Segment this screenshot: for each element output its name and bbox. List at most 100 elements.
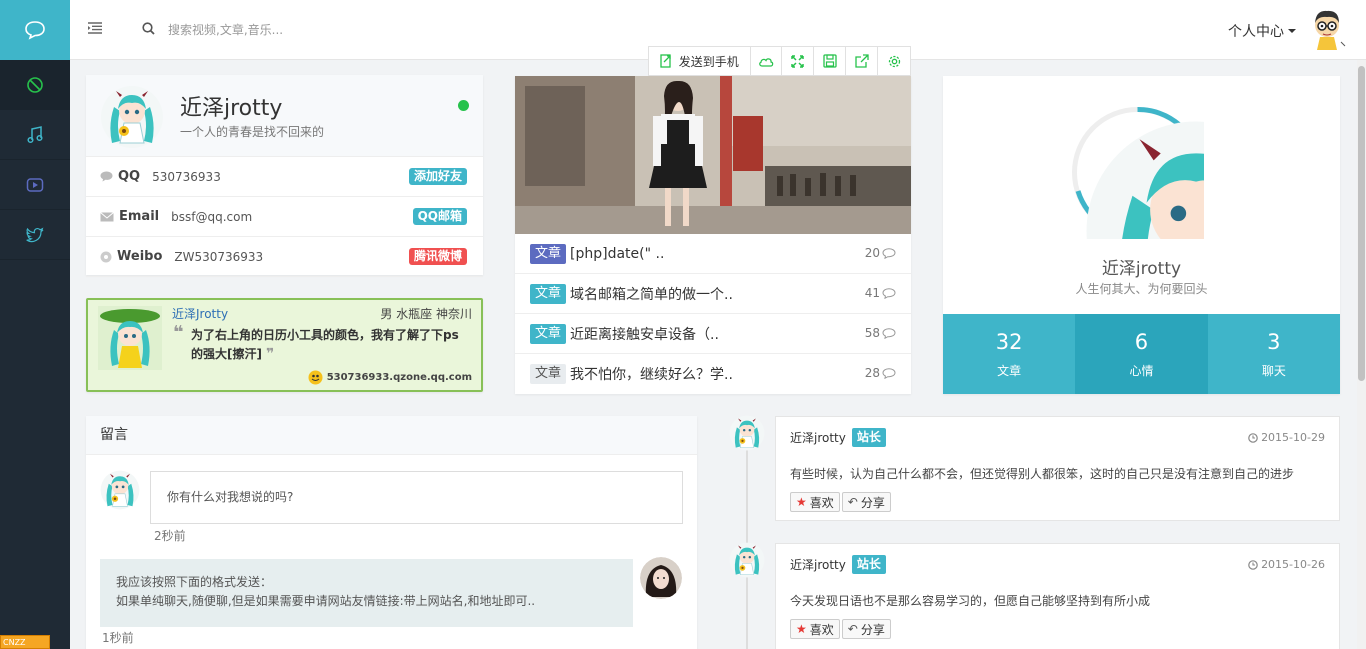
stat-articles[interactable]: 32 文章 bbox=[943, 314, 1076, 394]
post-date-value: 2015-10-26 bbox=[1261, 558, 1325, 571]
qzone-url-text: 530736933.qzone.qq.com bbox=[326, 372, 472, 383]
post-date: 2015-10-29 bbox=[1248, 431, 1325, 444]
article-row[interactable]: 文章 [php]date(" .. 20 bbox=[515, 234, 911, 274]
timeline-post: 近泽jrotty 站长 2015-10-29 有些时候，认为自己什么都不会，但还… bbox=[775, 416, 1340, 521]
search-icon bbox=[142, 22, 155, 39]
gear-icon bbox=[888, 55, 900, 67]
post-author: 近泽jrotty 站长 bbox=[790, 555, 886, 574]
stat-value: 3 bbox=[1267, 330, 1281, 354]
search-input[interactable] bbox=[168, 20, 468, 40]
tencent-weibo-button[interactable]: 腾讯微博 bbox=[408, 248, 467, 265]
reply-line: 我应该按照下面的格式发送： bbox=[116, 575, 273, 589]
comment-count-value: 20 bbox=[864, 246, 880, 260]
avatar[interactable] bbox=[1308, 8, 1346, 50]
disabled-circle-icon bbox=[27, 76, 43, 93]
share-button[interactable]: ↶ 分享 bbox=[841, 492, 891, 512]
stat-label: 聊天 bbox=[1261, 364, 1286, 378]
article-comment-count: 41 bbox=[865, 286, 896, 300]
article-title[interactable]: [php]date(" .. bbox=[570, 246, 664, 262]
stat-label: 文章 bbox=[997, 364, 1022, 378]
send-to-phone-button[interactable]: 发送到手机 bbox=[649, 47, 751, 75]
qzone-card[interactable]: 近泽Jrotty 男 水瓶座 神奈川 ❝ 为了右上角的日历小工具的颜色，我有了解… bbox=[86, 298, 483, 392]
post-date-value: 2015-10-29 bbox=[1261, 431, 1325, 444]
profile-avatar[interactable] bbox=[100, 85, 164, 149]
article-tag: 文章 bbox=[530, 283, 567, 304]
comment-icon bbox=[882, 367, 896, 379]
post-date: 2015-10-26 bbox=[1248, 558, 1325, 571]
user-avatar[interactable] bbox=[1071, 106, 1204, 239]
like-label: 喜欢 bbox=[809, 622, 834, 637]
post-text: 今天发现日语也不是那么容易学习的，但愿自己能够坚持到有所小成 bbox=[790, 594, 1151, 608]
scrollbar[interactable] bbox=[1357, 60, 1366, 649]
article-title[interactable]: 我不怕你，继续好么？学.. bbox=[570, 364, 733, 384]
timeline-post: 近泽jrotty 站长 2015-10-26 今天发现日语也不是那么容易学习的，… bbox=[775, 543, 1340, 649]
profile-motto: 一个人的青春是找不回来的 bbox=[180, 125, 325, 139]
reply-bubble: 我应该按照下面的格式发送： 如果单纯聊天,随便聊,但是如果需要申请网站友情链接:… bbox=[100, 559, 633, 627]
cloud-save-button[interactable] bbox=[751, 47, 783, 75]
like-button[interactable]: ★ 喜欢 bbox=[790, 619, 840, 639]
contact-label: Weibo bbox=[117, 249, 163, 264]
article-row[interactable]: 文章 我不怕你，继续好么？学.. 28 bbox=[515, 354, 911, 394]
share-export-icon bbox=[855, 54, 869, 68]
user-center-menu[interactable]: 个人中心 bbox=[1228, 21, 1296, 41]
sidebar-item-music[interactable] bbox=[0, 110, 70, 160]
sidebar-chat-button[interactable] bbox=[0, 0, 70, 60]
featured-photo[interactable] bbox=[515, 76, 911, 234]
stat-moods[interactable]: 6 心情 bbox=[1075, 314, 1208, 394]
fullscreen-button[interactable] bbox=[782, 47, 815, 75]
article-comment-count: 58 bbox=[865, 326, 896, 340]
share-toolbar: 发送到手机 bbox=[648, 46, 911, 76]
post-author-name[interactable]: 近泽jrotty bbox=[790, 429, 846, 446]
like-button[interactable]: ★ 喜欢 bbox=[790, 492, 840, 512]
article-tag: 文章 bbox=[530, 243, 567, 264]
star-icon: ★ bbox=[796, 622, 807, 636]
stat-chats[interactable]: 3 聊天 bbox=[1207, 314, 1340, 394]
chat-bubble-icon bbox=[25, 21, 45, 40]
profile-name: 近泽jrotty bbox=[180, 96, 283, 121]
article-row[interactable]: 文章 近距离接触安卓设备（.. 58 bbox=[515, 314, 911, 354]
settings-button[interactable] bbox=[878, 47, 910, 75]
cnzz-badge[interactable]: CNZZ bbox=[0, 635, 50, 649]
article-tag: 文章 bbox=[530, 323, 567, 344]
contact-value: bssf@qq.com bbox=[171, 209, 253, 224]
article-title[interactable]: 近距离接触安卓设备（.. bbox=[570, 324, 719, 344]
post-actions: ★ 喜欢 ↶ 分享 bbox=[790, 492, 891, 512]
stat-value: 6 bbox=[1134, 330, 1149, 354]
qq-mail-button[interactable]: QQ邮箱 bbox=[412, 208, 467, 225]
profile-header: 近泽jrotty 一个人的青春是找不回来的 bbox=[86, 75, 483, 157]
envelope-icon bbox=[100, 211, 114, 221]
qzone-url[interactable]: 530736933.qzone.qq.com bbox=[308, 370, 472, 385]
cloud-icon bbox=[759, 57, 774, 67]
timeline-avatar bbox=[729, 542, 765, 578]
message-time: 2秒前 bbox=[154, 529, 186, 543]
share-button[interactable]: ↶ 分享 bbox=[841, 619, 891, 639]
contact-label: Email bbox=[119, 209, 160, 224]
weibo-icon bbox=[100, 251, 112, 262]
article-row[interactable]: 文章 域名邮箱之简单的做一个.. 41 bbox=[515, 274, 911, 314]
user-motto: 人生何其大、为何要回头 bbox=[1075, 282, 1208, 296]
reply-avatar bbox=[640, 557, 682, 599]
share-label: 分享 bbox=[860, 622, 885, 637]
sidebar-item-video[interactable] bbox=[0, 160, 70, 210]
share-label: 分享 bbox=[860, 495, 885, 510]
music-note-icon bbox=[27, 125, 43, 143]
qzone-quote: ❝ 为了右上角的日历小工具的颜色，我有了解了下ps的强大[擦汗] ❞ bbox=[173, 323, 463, 364]
like-label: 喜欢 bbox=[809, 495, 834, 510]
save-button[interactable] bbox=[814, 47, 847, 75]
sidebar-item-twitter[interactable] bbox=[0, 210, 70, 260]
user-name: 近泽jrotty bbox=[1101, 259, 1182, 279]
qzone-quote-text: 为了右上角的日历小工具的颜色，我有了解了下ps的强大[擦汗] bbox=[191, 328, 459, 361]
post-author-name[interactable]: 近泽jrotty bbox=[790, 556, 846, 573]
qzone-name[interactable]: 近泽Jrotty bbox=[172, 305, 228, 322]
article-title[interactable]: 域名邮箱之简单的做一个.. bbox=[570, 284, 733, 304]
menu-toggle-icon[interactable] bbox=[88, 22, 102, 38]
twitter-bird-icon bbox=[26, 226, 44, 242]
comment-icon bbox=[882, 287, 896, 299]
share-button[interactable] bbox=[846, 47, 879, 75]
add-friend-button[interactable]: 添加好友 bbox=[408, 168, 467, 185]
user-summary-card: 近泽jrotty 人生何其大、为何要回头 32 文章 6 心情 3 聊天 bbox=[943, 76, 1340, 394]
scrollbar-thumb[interactable] bbox=[1358, 66, 1365, 381]
comment-count-value: 58 bbox=[864, 326, 880, 340]
save-disk-icon bbox=[823, 54, 837, 68]
sidebar-item-disabled[interactable] bbox=[0, 60, 70, 110]
